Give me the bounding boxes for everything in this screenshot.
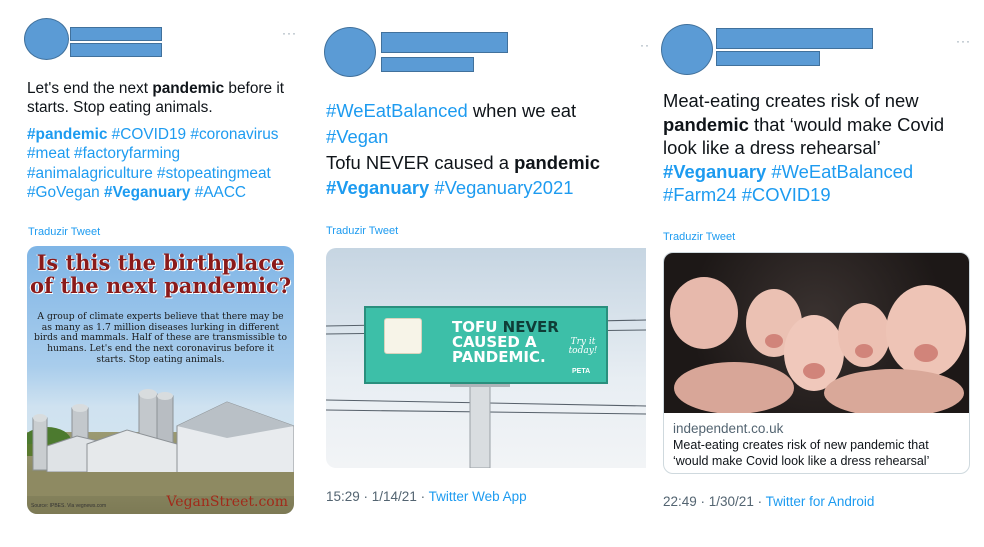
- hashtags[interactable]: #animalagriculture #stopeatingmeat: [27, 165, 271, 182]
- timestamp[interactable]: 15:29 · 1/14/21 ·: [326, 489, 429, 504]
- link-card-domain: independent.co.uk: [673, 421, 784, 436]
- tweet-text: #WeEatBalanced when we eat #Vegan Tofu N…: [326, 98, 600, 201]
- redacted-display-name[interactable]: [70, 27, 162, 41]
- tweet-text-line: Meat-eating creates risk of new: [663, 89, 944, 113]
- hashtag-veganuary2021[interactable]: #Veganuary2021: [429, 177, 573, 198]
- hashtag-line[interactable]: #animalagriculture #stopeatingmeat: [27, 164, 279, 183]
- tweet-text-line: Tofu NEVER caused a pandemic: [326, 150, 600, 176]
- hashtag-veganuary[interactable]: #Veganuary: [326, 177, 429, 198]
- pigs-illustration: [670, 277, 966, 417]
- avatar[interactable]: [661, 24, 713, 75]
- text-segment: Meat-eating creates risk of new: [663, 90, 919, 111]
- tweet-1: ··· Let's end the next pandemic before i…: [0, 0, 320, 547]
- hashtags: #pandemic #COVID19 #coronavirus #meat #f…: [27, 125, 279, 203]
- tweet-footer: 22:49 · 1/30/21 · Twitter for Android: [663, 494, 874, 509]
- redacted-display-name[interactable]: [716, 28, 873, 49]
- billboard-peta-logo: PETA: [572, 368, 591, 375]
- avatar[interactable]: [324, 27, 376, 77]
- source-app-link[interactable]: Twitter for Android: [766, 494, 875, 509]
- redacted-display-name[interactable]: [381, 32, 508, 53]
- translate-tweet-link[interactable]: Traduzir Tweet: [28, 226, 100, 238]
- translate-tweet-link[interactable]: Traduzir Tweet: [326, 225, 398, 237]
- poster-headline: Is this the birthplace of the next pande…: [29, 250, 292, 298]
- hashtag-vegan[interactable]: #Vegan: [326, 126, 388, 147]
- hashtag-line[interactable]: #meat #factoryfarming: [27, 144, 279, 163]
- redacted-username[interactable]: [381, 57, 474, 72]
- hashtags[interactable]: #Farm24 #COVID19: [663, 184, 831, 205]
- tweet-text: Let's end the next pandemic before it st…: [27, 79, 284, 118]
- text-segment: look like a dress rehearsal’: [663, 137, 881, 159]
- more-options-icon[interactable]: ···: [282, 26, 297, 40]
- tweet-text-line: #WeEatBalanced when we eat: [326, 98, 600, 124]
- text-segment: that ‘would make Covid: [748, 113, 945, 135]
- text-segment-bold: pandemic: [514, 151, 600, 173]
- more-options-icon[interactable]: ···: [956, 34, 971, 48]
- tweet-footer: 15:29 · 1/14/21 · Twitter Web App: [326, 489, 527, 504]
- billboard-try-it: Try it today!: [568, 337, 598, 357]
- hashtag-line[interactable]: #GoVegan #Veganuary #AACC: [27, 183, 279, 202]
- hashtag-aacc[interactable]: #AACC: [190, 184, 246, 201]
- translate-tweet-link[interactable]: Traduzir Tweet: [663, 231, 735, 243]
- timestamp[interactable]: 22:49 · 1/30/21 ·: [663, 494, 766, 509]
- link-card-title: Meat-eating creates risk of new pandemic…: [673, 438, 930, 468]
- redacted-username[interactable]: [716, 51, 820, 66]
- text-segment: Tofu NEVER caused a: [326, 151, 515, 173]
- tweet-image[interactable]: Is this the birthplace of the next pande…: [27, 246, 294, 514]
- tweet-text-line: starts. Stop eating animals.: [27, 98, 284, 117]
- poster-credit: Source: IPBES. Via vegnews.com: [31, 503, 107, 509]
- tweet-text-line: look like a dress rehearsal’: [663, 136, 944, 160]
- link-card-image: [664, 253, 969, 417]
- poster-body: A group of climate experts believe that …: [33, 311, 288, 365]
- tweet-text-line: #Veganuary #WeEatBalanced: [663, 160, 944, 184]
- redacted-username[interactable]: [70, 43, 162, 57]
- text-segment: Let's end the next: [27, 80, 153, 97]
- link-card[interactable]: independent.co.uk Meat-eating creates ri…: [663, 252, 970, 474]
- text-segment: before it: [224, 80, 285, 97]
- hashtag-weeatbalanced[interactable]: #WeEatBalanced: [766, 161, 913, 182]
- hashtag-pandemic[interactable]: #pandemic: [27, 126, 107, 143]
- tweet-text: Meat-eating creates risk of new pandemic…: [663, 89, 944, 207]
- tweet-text-line: #Farm24 #COVID19: [663, 183, 944, 207]
- hashtag-veganuary[interactable]: #Veganuary: [104, 184, 190, 201]
- hashtag-weeatbalanced[interactable]: #WeEatBalanced: [326, 100, 468, 121]
- text-segment-bold: pandemic: [152, 80, 225, 97]
- hashtag-veganuary[interactable]: #Veganuary: [663, 161, 766, 182]
- hashtags[interactable]: #COVID19 #coronavirus: [107, 126, 279, 143]
- tofu-character: [384, 318, 422, 354]
- more-options-icon[interactable]: ··: [640, 38, 650, 52]
- text-segment-bold: pandemic: [663, 113, 749, 135]
- hashtags[interactable]: #meat #factoryfarming: [27, 145, 180, 162]
- tweet-text-line: pandemic that ‘would make Covid: [663, 113, 944, 137]
- hashtag-govegan[interactable]: #GoVegan: [27, 184, 104, 201]
- billboard-line-3: PANDEMIC.: [452, 348, 546, 366]
- tweet-2: ·· #WeEatBalanced when we eat #Vegan Tof…: [320, 0, 650, 547]
- tweet-3: ··· Meat-eating creates risk of new pand…: [650, 0, 984, 547]
- text-segment: when we eat: [467, 100, 577, 121]
- source-app-link[interactable]: Twitter Web App: [429, 489, 527, 504]
- hashtag-line[interactable]: #pandemic #COVID19 #coronavirus: [27, 125, 279, 144]
- billboard: TOFU NEVER CAUSED A PANDEMIC. Try it tod…: [364, 306, 608, 384]
- avatar[interactable]: [24, 18, 69, 60]
- tweet-text-line: #Vegan: [326, 124, 600, 150]
- tweet-text-line: #Veganuary #Veganuary2021: [326, 175, 600, 201]
- text-segment: starts. Stop eating animals.: [27, 99, 213, 117]
- poster-brand: VeganStreet.com: [166, 494, 288, 510]
- tweet-text-line: Let's end the next pandemic before it: [27, 79, 284, 98]
- tweet-image[interactable]: TOFU NEVER CAUSED A PANDEMIC. Try it tod…: [326, 248, 646, 468]
- farm-barns-illustration: [27, 389, 294, 496]
